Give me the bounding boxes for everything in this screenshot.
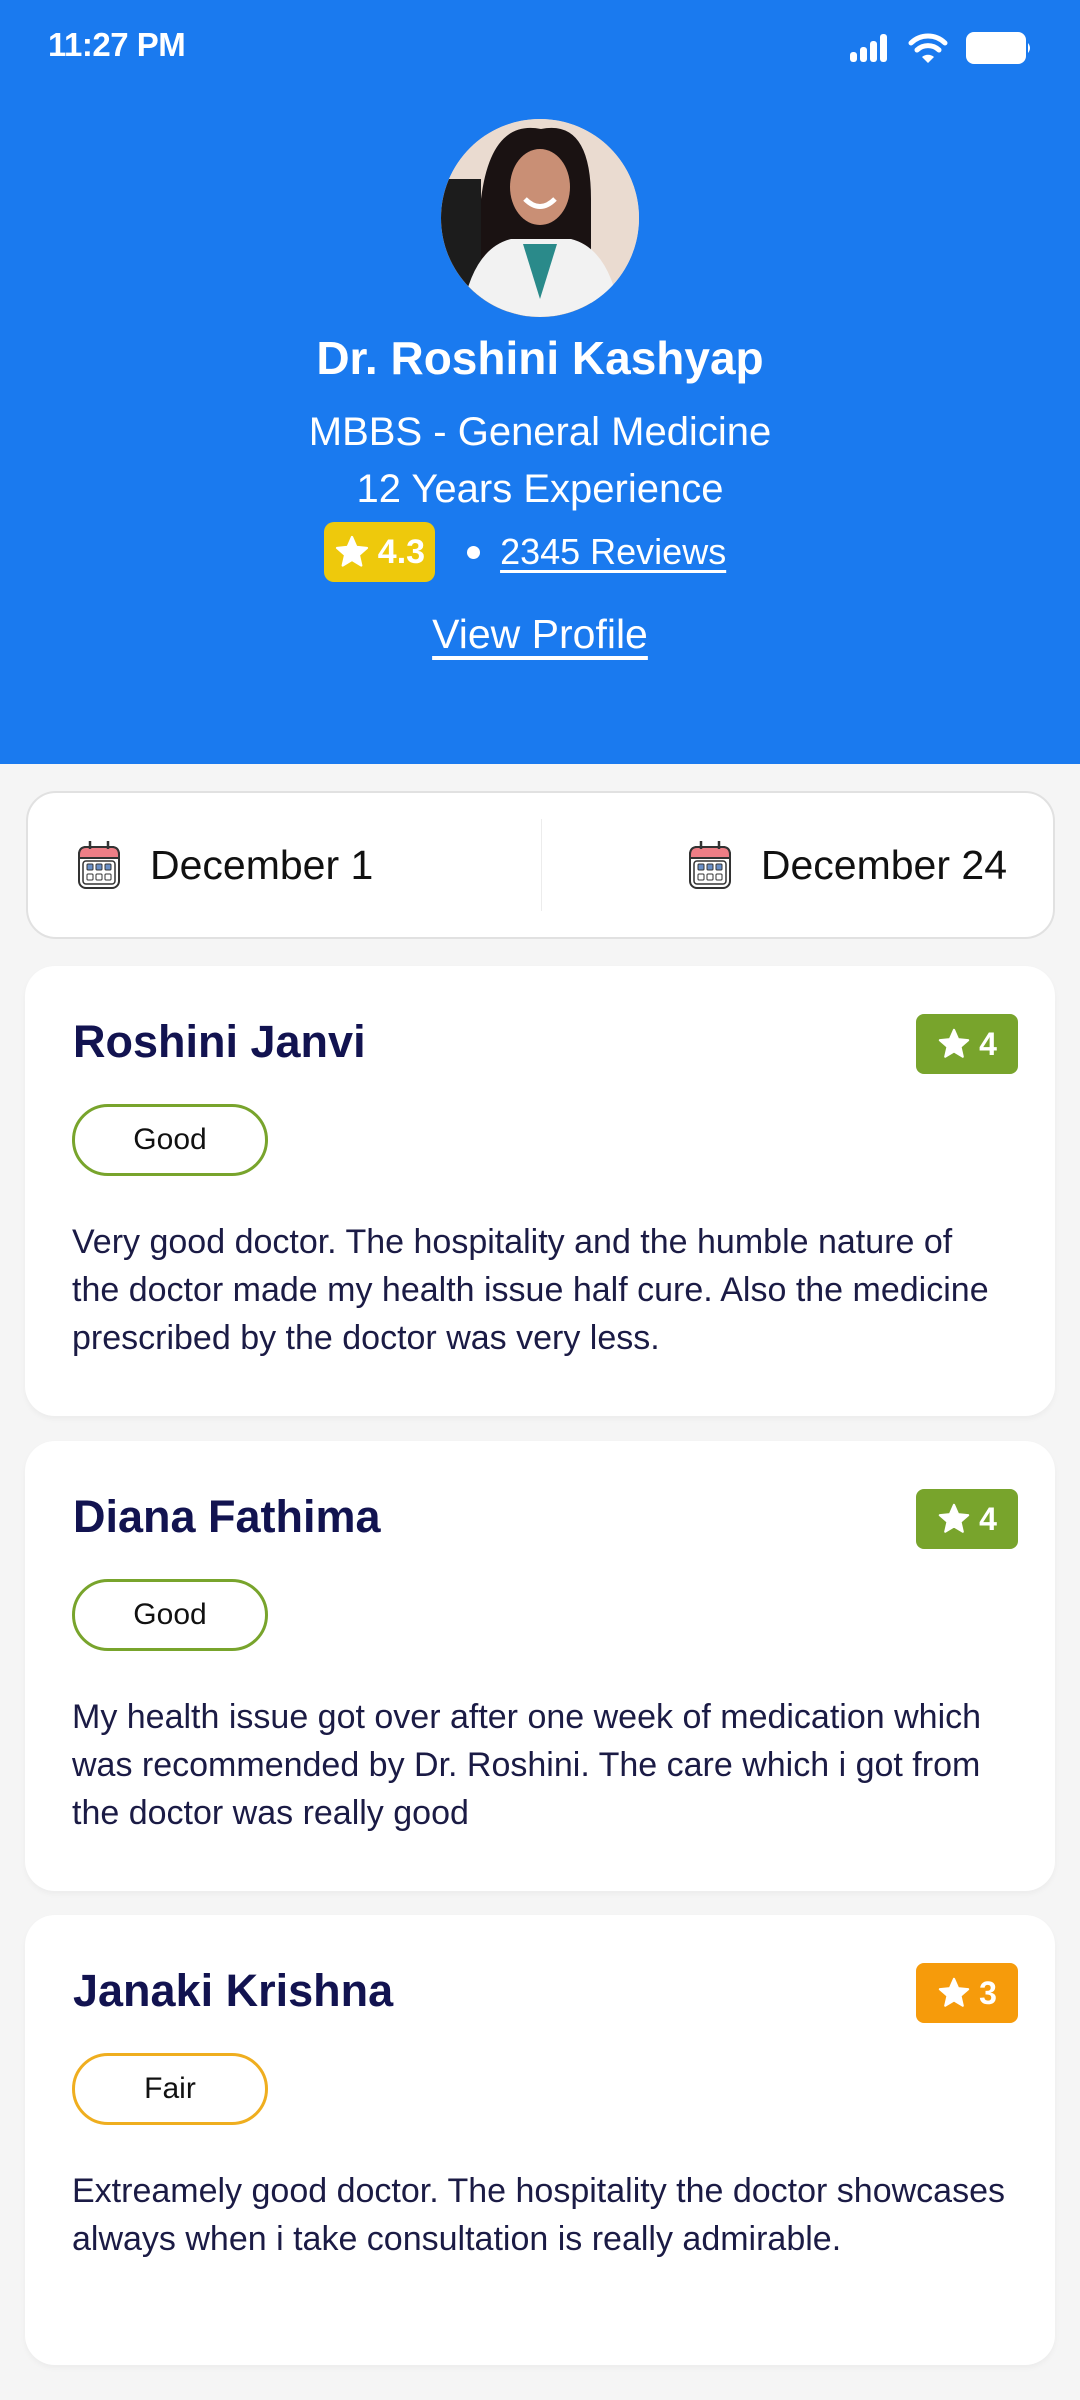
review-score-badge: 4 <box>916 1489 1018 1549</box>
star-icon <box>335 535 368 567</box>
review-tag: Good <box>72 1579 268 1651</box>
rating-row: 4.3 2345 Reviews <box>0 522 1080 582</box>
star-icon <box>938 1503 970 1533</box>
reviewer-name: Roshini Janvi <box>73 1016 366 1067</box>
review-score-value: 4 <box>979 1025 997 1062</box>
doctor-name: Dr. Roshini Kashyap <box>316 332 764 384</box>
date-range-selector: December 1 December 24 <box>26 791 1055 939</box>
review-score-value: 4 <box>979 1500 997 1537</box>
review-card: Janaki Krishna 3 Fair Extreamely good do… <box>25 1915 1055 2365</box>
review-tag: Fair <box>72 2053 268 2125</box>
end-date-label: December 24 <box>760 841 1007 888</box>
reviewer-name: Diana Fathima <box>73 1491 381 1542</box>
doctor-avatar <box>441 119 639 317</box>
doctor-photo <box>441 119 639 317</box>
wifi-icon <box>908 33 948 63</box>
start-date-label: December 1 <box>150 841 374 888</box>
start-date-button[interactable]: December 1 <box>28 793 541 937</box>
review-score-badge: 4 <box>916 1014 1018 1074</box>
review-text: My health issue got over after one week … <box>72 1698 982 1832</box>
doctor-rating-badge: 4.3 <box>323 522 436 582</box>
review-card: Diana Fathima 4 Good My health issue got… <box>25 1441 1055 1891</box>
reviews-count-link[interactable]: 2345 Reviews <box>500 531 726 573</box>
star-icon <box>938 1028 970 1058</box>
battery-icon <box>966 32 1030 64</box>
review-score-badge: 3 <box>916 1963 1018 2023</box>
review-tag: Good <box>72 1104 268 1176</box>
view-profile-row: View Profile <box>0 611 1080 658</box>
view-profile-link[interactable]: View Profile <box>432 611 648 657</box>
status-bar: 11:27 PM <box>0 0 1080 100</box>
doctor-experience: 12 Years Experience <box>356 467 724 511</box>
separator-dot <box>467 545 481 559</box>
review-score-value: 3 <box>979 1974 997 2011</box>
review-text: Extreamely good doctor. The hospitality … <box>72 2172 1005 2258</box>
doctor-rating-value: 4.3 <box>377 532 426 571</box>
review-card: Roshini Janvi 4 Good Very good doctor. T… <box>25 966 1055 1416</box>
calendar-icon <box>688 841 731 889</box>
end-date-button[interactable]: December 24 <box>542 793 1053 937</box>
review-text: Very good doctor. The hospitality and th… <box>72 1223 989 1357</box>
status-time: 11:27 PM <box>48 26 186 63</box>
doctor-header: 11:27 PM Dr. Roshini Kashyap MBBS - Gene… <box>0 0 1080 764</box>
doctor-degree: MBBS - General Medicine <box>308 410 772 454</box>
status-icons <box>850 32 1032 64</box>
signal-icon <box>850 34 887 62</box>
calendar-icon <box>78 841 120 889</box>
reviewer-name: Janaki Krishna <box>73 1965 394 2016</box>
star-icon <box>938 1977 970 2007</box>
